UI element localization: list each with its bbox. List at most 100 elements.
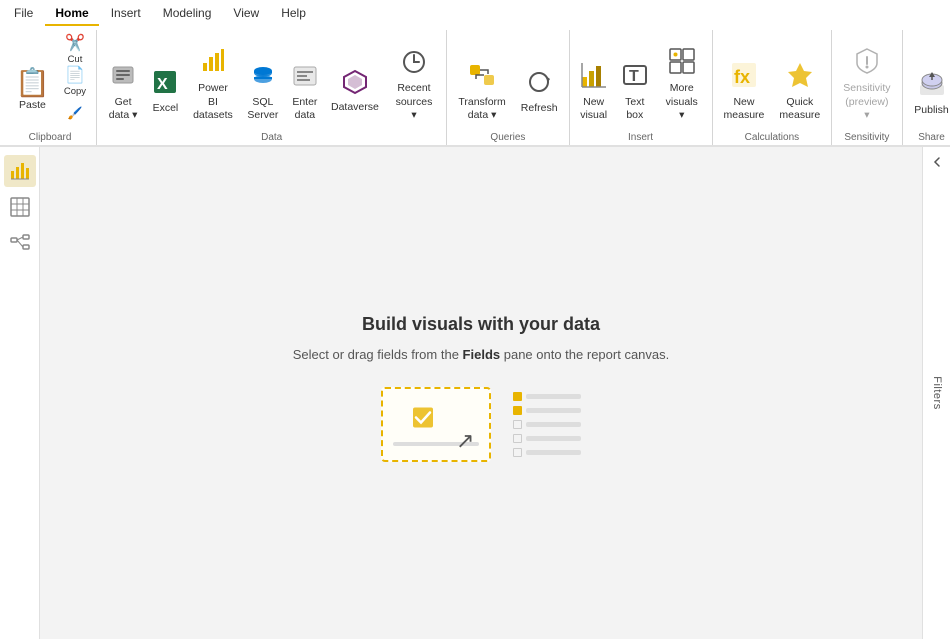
canvas-placeholder: Build visuals with your data Select or d… [293,314,670,472]
sidebar-item-table[interactable] [4,191,36,223]
text-box-label: Textbox [625,96,644,123]
illus-check [412,406,434,431]
cut-button[interactable]: ✂️ Cut [58,34,92,64]
tab-view[interactable]: View [223,2,269,26]
left-sidebar [0,147,40,639]
subtitle-before: Select or drag fields from the [293,347,463,362]
enter-data-button[interactable]: Enterdata [286,58,325,128]
tab-insert[interactable]: Insert [101,2,151,26]
quick-measure-label: Quickmeasure [779,96,820,123]
get-data-button[interactable]: Getdata ▾ [101,56,145,128]
enter-data-label: Enterdata [292,96,317,123]
new-measure-label: Newmeasure [724,96,765,123]
sql-icon [250,63,276,94]
main-canvas: Build visuals with your data Select or d… [40,147,922,639]
quick-measure-button[interactable]: Quickmeasure [772,56,827,128]
app-body: Build visuals with your data Select or d… [0,147,950,639]
illus-check-5 [513,448,522,457]
refresh-label: Refresh [521,102,558,116]
illus-card [381,387,491,462]
more-visuals-button[interactable]: Morevisuals ▾ [656,42,708,128]
subtitle-after: pane onto the report canvas. [500,347,669,362]
refresh-button[interactable]: Refresh [514,64,565,128]
transform-icon [468,61,496,94]
new-measure-icon: fx [730,61,758,94]
recent-sources-icon [401,49,427,80]
share-label: Share [907,130,950,143]
canvas-title: Build visuals with your data [362,314,600,335]
power-bi-label: Power BIdatasets [193,82,233,123]
new-measure-button[interactable]: fx Newmeasure [717,56,772,128]
canvas-subtitle: Select or drag fields from the Fields pa… [293,347,670,362]
illus-item-5 [513,448,581,457]
illus-line-2 [526,408,581,413]
tab-help[interactable]: Help [271,2,316,26]
sensitivity-label: Sensitivity(preview) ▾ [843,82,890,123]
filters-label: Filters [931,376,943,409]
ribbon-groups: 📋 Paste ✂️ Cut 📄 Copy 🖌️ [0,28,950,145]
more-visuals-icon [668,47,696,80]
text-box-button[interactable]: T Textbox [615,56,655,128]
new-visual-button[interactable]: Newvisual [574,56,614,128]
copy-button[interactable]: 📄 Copy [58,66,92,96]
group-queries: Transformdata ▾ Refresh Queries [447,30,569,145]
tab-modeling[interactable]: Modeling [153,2,222,26]
group-data: Getdata ▾ X Excel [97,30,447,145]
dataverse-icon [342,69,368,99]
text-box-icon: T [621,61,649,94]
sensitivity-button[interactable]: Sensitivity(preview) ▾ [836,42,897,128]
tab-file[interactable]: File [4,2,43,26]
illus-item-4 [513,434,581,443]
subtitle-bold: Fields [463,347,501,362]
more-visuals-label: Morevisuals ▾ [663,82,701,123]
paste-label: Paste [19,99,46,113]
sql-server-button[interactable]: SQLServer [241,58,284,128]
sidebar-item-model[interactable] [4,227,36,259]
illus-check-3 [513,420,522,429]
recent-sources-label: Recentsources ▾ [393,82,436,123]
paste-icon: 📋 [15,69,50,97]
format-painter-button[interactable]: 🖌️ [58,98,92,128]
group-clipboard: 📋 Paste ✂️ Cut 📄 Copy 🖌️ [4,30,97,145]
publish-button[interactable]: Publish [907,64,950,128]
transform-data-button[interactable]: Transformdata ▾ [451,56,512,128]
illustration: ↗ [381,382,581,472]
power-bi-icon [199,47,227,80]
paste-button[interactable]: 📋 Paste [8,64,57,128]
excel-button[interactable]: X Excel [146,64,185,128]
get-data-icon [109,61,137,94]
new-visual-label: Newvisual [580,96,607,123]
insert-label: Insert [574,130,708,143]
svg-text:X: X [157,76,168,93]
tab-home[interactable]: Home [45,2,98,26]
refresh-icon [526,69,552,100]
right-filters-panel: Filters [922,147,950,639]
clipboard-label: Clipboard [8,130,92,143]
illus-list [513,392,581,457]
sidebar-item-chart[interactable] [4,155,36,187]
dataverse-button[interactable]: Dataverse [325,64,384,128]
copy-label: Copy [64,86,86,97]
sensitivity-icon [853,47,881,80]
illus-cursor: ↗ [456,428,474,454]
excel-icon: X [152,69,178,100]
copy-icon: 📄 [65,65,85,85]
cut-icon: ✂️ [65,33,85,53]
illus-line-5 [526,450,581,455]
enter-data-icon [292,63,318,94]
power-bi-datasets-button[interactable]: Power BIdatasets [186,42,240,128]
illus-check-4 [513,434,522,443]
group-share: Publish Share [903,30,950,145]
menu-tabs-row: File Home Insert Modeling View Help [0,0,950,28]
queries-label: Queries [451,130,564,143]
recent-sources-button[interactable]: Recentsources ▾ [386,44,443,128]
illus-item-1 [513,392,581,401]
group-sensitivity: Sensitivity(preview) ▾ Sensitivity [832,30,902,145]
data-label: Data [101,130,442,143]
illus-check-2 [513,406,522,415]
ribbon: File Home Insert Modeling View Help 📋 Pa… [0,0,950,147]
expand-arrow-button[interactable] [923,147,950,169]
illus-check-1 [513,392,522,401]
illus-item-2 [513,406,581,415]
calculations-label: Calculations [717,130,828,143]
